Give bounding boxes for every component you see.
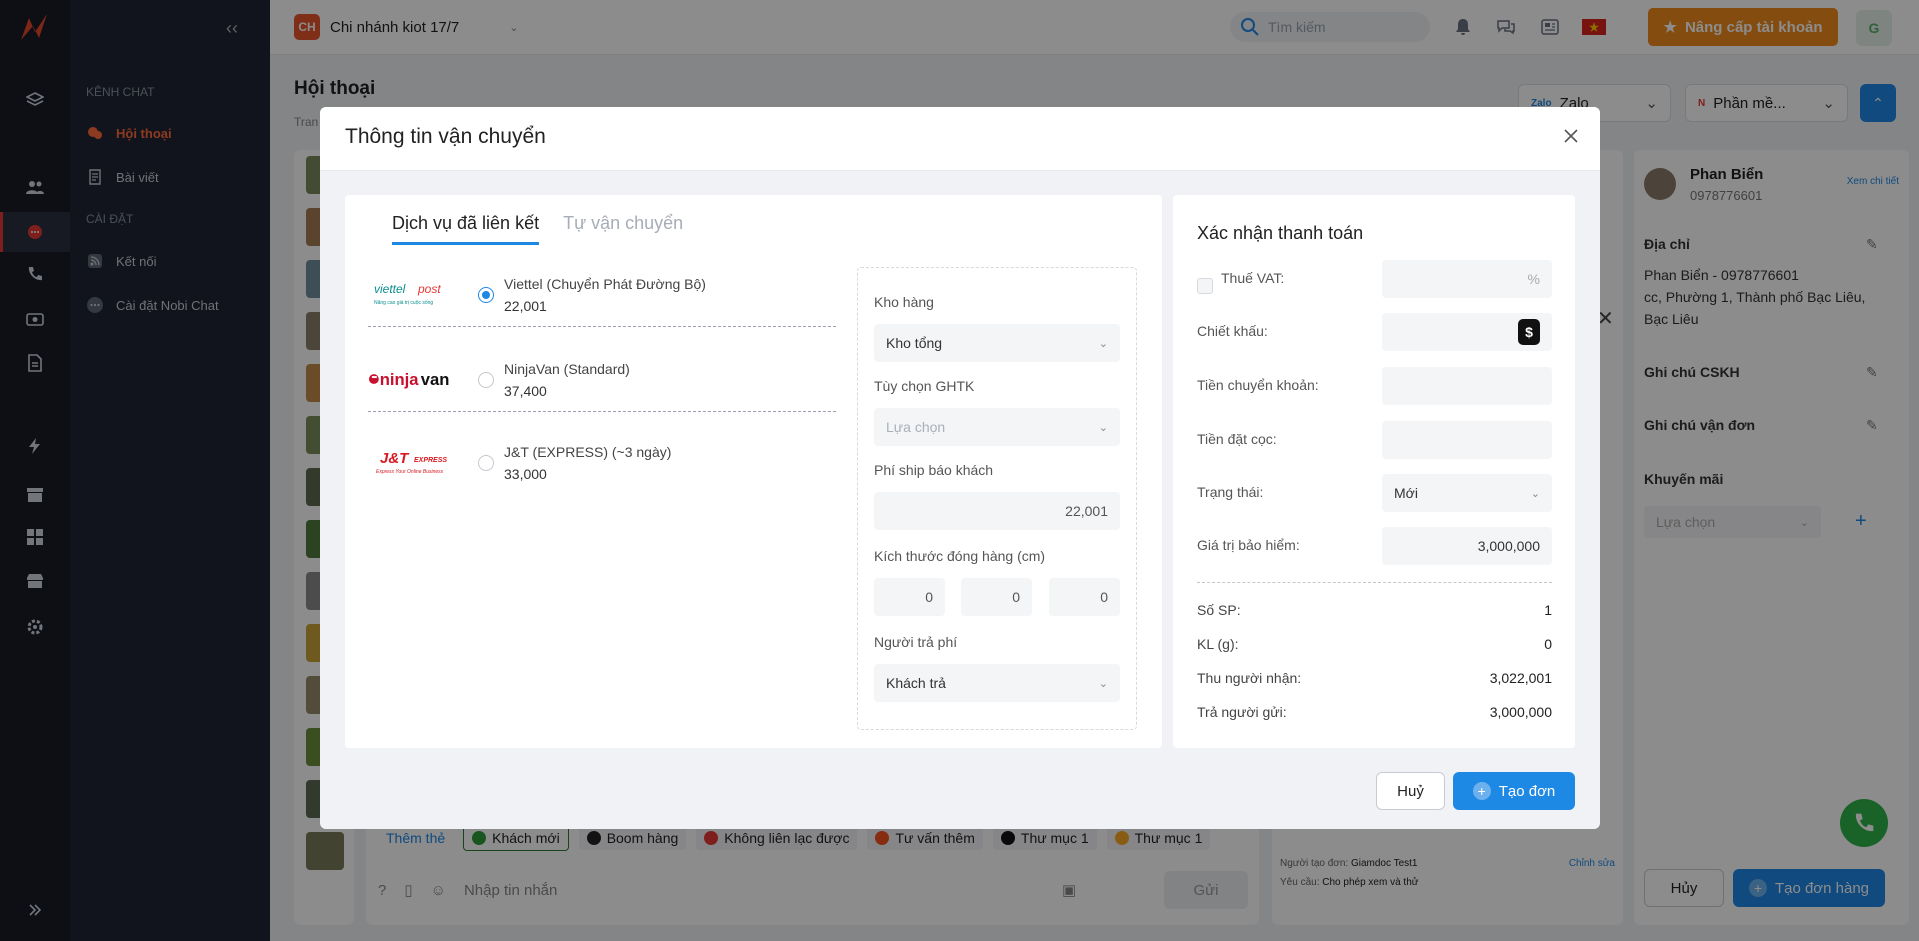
warehouse-select[interactable]: Kho tổng ⌄ — [874, 324, 1120, 362]
summary-label: Thu người nhận: — [1197, 670, 1302, 686]
logo-text: post — [417, 282, 441, 296]
logo-text: EXPRESS — [414, 457, 447, 464]
carrier-radio[interactable] — [478, 286, 494, 303]
warehouse-label: Kho hàng — [874, 294, 934, 310]
tab-linked-services[interactable]: Dịch vụ đã liên kết — [392, 213, 540, 245]
summary-row: Trả người gửi: 3,000,000 — [1197, 704, 1552, 720]
chevron-down-icon: ⌄ — [1098, 337, 1108, 350]
vat-checkbox[interactable] — [1197, 278, 1213, 294]
chevron-down-icon: ⌄ — [1098, 421, 1108, 434]
fee-payer-select[interactable]: Khách trả ⌄ — [874, 664, 1120, 702]
fee-payer-value: Khách trả — [886, 675, 946, 691]
carrier-name: NinjaVan (Standard) — [504, 360, 630, 377]
logo-text: ninja — [380, 369, 420, 388]
fee-payer-label: Người trả phí — [874, 634, 958, 650]
summary-value: 0 — [1544, 636, 1552, 652]
summary-value: 3,022,001 — [1489, 670, 1552, 686]
summary-label: Số SP: — [1197, 602, 1241, 618]
chevron-down-icon: ⌄ — [1098, 677, 1108, 690]
carrier-price: 37,400 — [504, 382, 547, 399]
ship-fee-input[interactable]: 22,001 — [874, 492, 1120, 530]
modal-header: Thông tin vận chuyển — [320, 107, 1600, 171]
dollar-icon[interactable]: $ — [1518, 319, 1540, 345]
deposit-input[interactable] — [1382, 421, 1552, 459]
logo-text: van — [421, 369, 450, 388]
vat-input[interactable]: % — [1382, 260, 1552, 298]
vat-label: Thuế VAT: — [1221, 270, 1285, 286]
insurance-value-input[interactable]: 3,000,000 — [1382, 527, 1552, 565]
chevron-down-icon: ⌄ — [1530, 487, 1540, 500]
shipping-info-modal: Thông tin vận chuyển Dịch vụ đã liên kết… — [320, 107, 1600, 829]
status-select[interactable]: Mới ⌄ — [1382, 474, 1552, 512]
carrier-option-ninjavan[interactable]: ninja van NinjaVan (Standard) 37,400 — [368, 348, 836, 412]
modal-footer: Huỷ + Tạo đơn — [320, 758, 1600, 829]
ninjavan-logo: ninja van — [368, 356, 458, 404]
carrier-price: 22,001 — [504, 297, 547, 314]
warehouse-value: Kho tổng — [886, 335, 943, 351]
percent-unit: % — [1527, 271, 1540, 287]
carrier-panel: Dịch vụ đã liên kết Tự vận chuyển viette… — [345, 195, 1162, 748]
carrier-option-jt[interactable]: J&T EXPRESS Express Your Online Business… — [368, 431, 836, 495]
discount-input[interactable]: $ — [1382, 313, 1552, 351]
shipping-options: Kho hàng Kho tổng ⌄ Tùy chọn GHTK Lựa chọ… — [857, 267, 1137, 730]
summary-value: 3,000,000 — [1489, 704, 1552, 720]
carrier-option-viettel[interactable]: viettel post Nâng cao giá trị cuộc sống … — [368, 263, 836, 327]
transfer-amount-label: Tiền chuyển khoản: — [1197, 377, 1319, 393]
transfer-amount-input[interactable] — [1382, 367, 1552, 405]
summary-value: 1 — [1544, 602, 1552, 618]
insurance-value-label: Giá trị bảo hiểm: — [1197, 537, 1300, 553]
tab-self-delivery[interactable]: Tự vận chuyển — [563, 213, 683, 245]
create-shipment-button[interactable]: + Tạo đơn — [1453, 772, 1575, 810]
jt-express-logo: J&T EXPRESS Express Your Online Business — [368, 439, 458, 487]
package-length-input[interactable]: 0 — [874, 578, 945, 616]
carrier-price: 33,000 — [504, 466, 547, 482]
plus-icon: + — [1472, 782, 1491, 800]
ship-fee-label: Phí ship báo khách — [874, 462, 994, 478]
package-height-input[interactable]: 0 — [1049, 578, 1120, 616]
deposit-label: Tiền đặt cọc: — [1197, 431, 1277, 447]
package-size-label: Kích thước đóng hàng (cm) — [874, 548, 1046, 564]
ghtk-placeholder: Lựa chọn — [886, 419, 946, 435]
carrier-name: Viettel (Chuyển Phát Đường Bộ) — [504, 275, 706, 292]
summary-label: Trả người gửi: — [1197, 704, 1287, 720]
status-value: Mới — [1394, 485, 1418, 501]
divider — [1197, 582, 1552, 583]
logo-text: viettel — [374, 282, 406, 296]
ghtk-option-label: Tùy chọn GHTK — [874, 378, 975, 394]
logo-text: J&T — [380, 450, 410, 467]
summary-row: Thu người nhận: 3,022,001 — [1197, 670, 1552, 686]
package-width-input[interactable]: 0 — [961, 578, 1032, 616]
discount-label: Chiết khấu: — [1197, 323, 1268, 339]
carrier-text: Viettel (Chuyển Phát Đường Bộ) 22,001 — [504, 273, 706, 317]
carrier-radio[interactable] — [478, 455, 494, 471]
summary-row: KL (g): 0 — [1197, 636, 1552, 652]
close-icon[interactable] — [1560, 125, 1582, 147]
carrier-text: NinjaVan (Standard) 37,400 — [504, 358, 630, 402]
create-shipment-label: Tạo đơn — [1498, 782, 1556, 800]
cancel-button[interactable]: Huỷ — [1376, 772, 1445, 810]
modal-title: Thông tin vận chuyển — [345, 125, 546, 148]
ghtk-option-select[interactable]: Lựa chọn ⌄ — [874, 408, 1120, 446]
logo-text: Nâng cao giá trị cuộc sống — [374, 300, 433, 306]
summary-row: Số SP: 1 — [1197, 602, 1552, 618]
payment-title: Xác nhận thanh toán — [1197, 223, 1364, 243]
carrier-name: J&T (EXPRESS) (~3 ngày) — [504, 444, 672, 460]
carrier-text: J&T (EXPRESS) (~3 ngày) 33,000 — [504, 441, 671, 485]
logo-text: Express Your Online Business — [376, 469, 444, 475]
summary-label: KL (g): — [1197, 636, 1239, 652]
payment-confirmation-panel: Xác nhận thanh toán Thuế VAT: % Chiết kh… — [1173, 195, 1575, 748]
viettel-post-logo: viettel post Nâng cao giá trị cuộc sống — [368, 271, 458, 319]
shipping-tabs: Dịch vụ đã liên kết Tự vận chuyển — [392, 213, 683, 245]
status-label: Trạng thái: — [1197, 484, 1264, 500]
carrier-radio[interactable] — [478, 371, 494, 388]
